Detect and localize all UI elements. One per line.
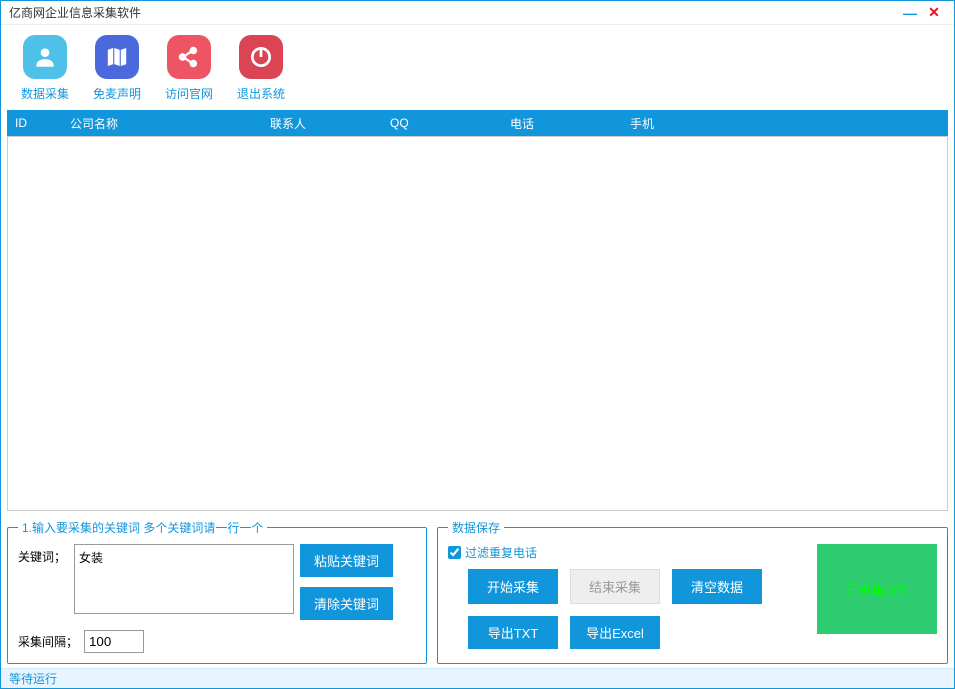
th-company[interactable]: 公司名称: [70, 115, 270, 132]
toolbar-collect-button[interactable]: 数据采集: [21, 35, 69, 102]
filter-dup-label: 过滤重复电话: [465, 544, 537, 561]
statusbar: 等待运行: [1, 668, 954, 688]
keyword-textarea[interactable]: [74, 544, 294, 614]
clear-keyword-button[interactable]: 清除关键词: [300, 587, 393, 620]
save-fieldset: 数据保存 过滤重复电话 开始采集 结束采集 清空数据 导出TXT 导出Excel: [437, 519, 948, 664]
table-body[interactable]: [7, 136, 948, 511]
collect-status: 已采集:0条: [817, 544, 937, 634]
export-txt-button[interactable]: 导出TXT: [468, 616, 558, 649]
interval-label: 采集间隔；: [18, 633, 78, 650]
person-icon: [23, 35, 67, 79]
th-id[interactable]: ID: [15, 116, 70, 130]
toolbar: 数据采集 免麦声明 访问官网 退出系统: [1, 25, 954, 110]
export-excel-button[interactable]: 导出Excel: [570, 616, 660, 649]
minimize-button[interactable]: —: [898, 5, 922, 21]
power-icon: [239, 35, 283, 79]
th-phone[interactable]: 电话: [510, 115, 630, 132]
close-button[interactable]: ✕: [922, 4, 946, 21]
paste-keyword-button[interactable]: 粘贴关键词: [300, 544, 393, 577]
save-legend: 数据保存: [448, 519, 504, 536]
share-icon: [167, 35, 211, 79]
clear-data-button[interactable]: 清空数据: [672, 569, 762, 604]
th-contact[interactable]: 联系人: [270, 115, 390, 132]
filter-dup-input[interactable]: [448, 546, 461, 559]
table-header: ID 公司名称 联系人 QQ 电话 手机: [7, 110, 948, 136]
toolbar-label: 免麦声明: [93, 85, 141, 102]
keyword-legend: 1.输入要采集的关键词 多个关键词请一行一个: [18, 519, 267, 536]
toolbar-label: 数据采集: [21, 85, 69, 102]
toolbar-label: 访问官网: [165, 85, 213, 102]
toolbar-exit-button[interactable]: 退出系统: [237, 35, 285, 102]
start-collect-button[interactable]: 开始采集: [468, 569, 558, 604]
titlebar: 亿商网企业信息采集软件 — ✕: [1, 1, 954, 25]
toolbar-disclaimer-button[interactable]: 免麦声明: [93, 35, 141, 102]
toolbar-website-button[interactable]: 访问官网: [165, 35, 213, 102]
interval-input[interactable]: [84, 630, 144, 653]
th-mobile[interactable]: 手机: [630, 115, 750, 132]
keyword-fieldset: 1.输入要采集的关键词 多个关键词请一行一个 关键词； 粘贴关键词 清除关键词 …: [7, 519, 427, 664]
keyword-label: 关键词；: [18, 544, 68, 565]
filter-dup-checkbox[interactable]: 过滤重复电话: [448, 544, 805, 561]
window-title: 亿商网企业信息采集软件: [9, 4, 898, 21]
toolbar-label: 退出系统: [237, 85, 285, 102]
stop-collect-button: 结束采集: [570, 569, 660, 604]
map-icon: [95, 35, 139, 79]
th-qq[interactable]: QQ: [390, 116, 510, 130]
